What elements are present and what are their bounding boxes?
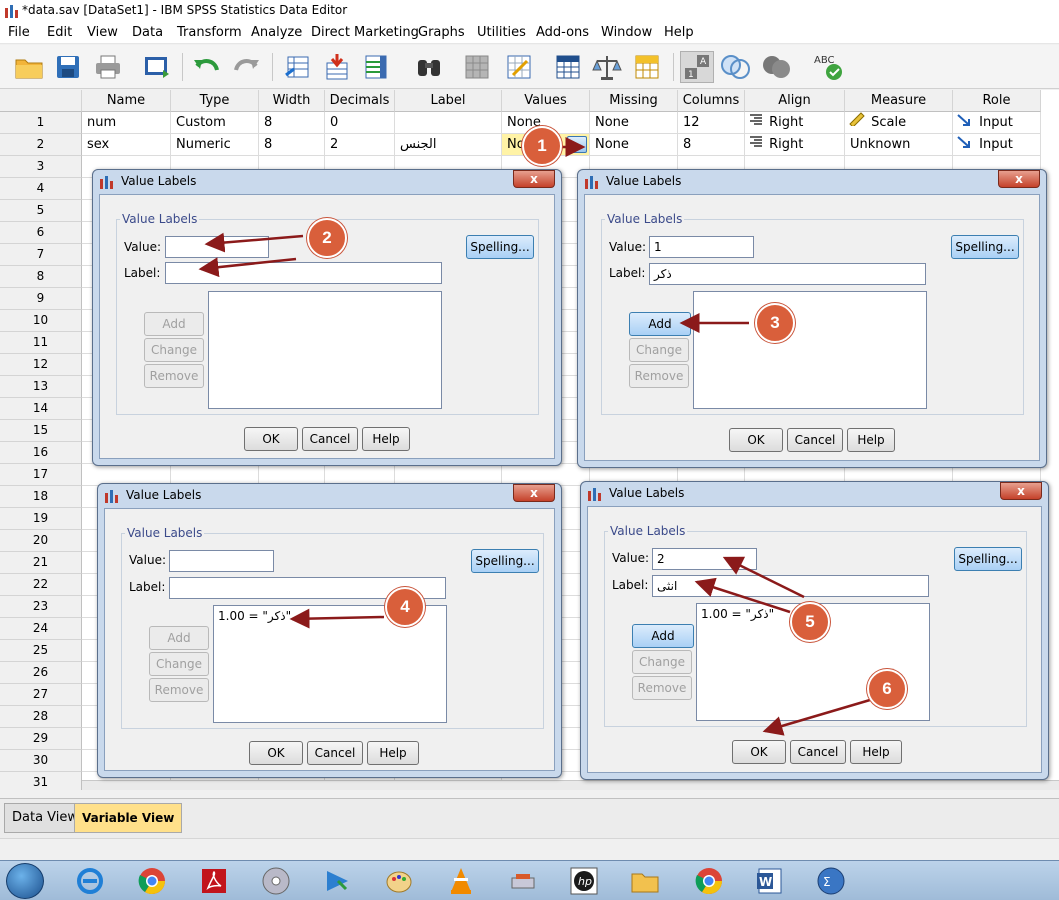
step-badge-6: 6	[867, 669, 907, 709]
media-center-icon[interactable]	[311, 864, 363, 898]
spss-icon[interactable]: Σ	[805, 864, 857, 898]
hp-icon[interactable]: hp	[558, 864, 610, 898]
step-badge-2: 2	[307, 218, 347, 258]
chrome-icon[interactable]	[126, 864, 178, 898]
dvd-icon[interactable]	[250, 864, 302, 898]
step-badge-1: 1	[522, 126, 562, 166]
paint-icon[interactable]	[373, 864, 425, 898]
status-bar	[0, 838, 1059, 860]
taskbar: hp W Σ	[0, 860, 1059, 900]
svg-text:W: W	[759, 875, 772, 889]
svg-text:hp: hp	[578, 875, 592, 888]
tab-variable-view[interactable]: Variable View	[74, 803, 183, 833]
word-icon[interactable]: W	[744, 864, 796, 898]
vlc-icon[interactable]	[435, 864, 487, 898]
step-badge-3: 3	[755, 303, 795, 343]
step-badge-5: 5	[790, 602, 830, 642]
view-tab-bar: Data View Variable View	[0, 798, 1059, 838]
start-orb-icon[interactable]	[6, 863, 44, 899]
chrome-icon[interactable]	[683, 864, 735, 898]
step-badge-4: 4	[385, 587, 425, 627]
internet-explorer-icon[interactable]	[64, 864, 116, 898]
svg-text:Σ: Σ	[823, 875, 831, 889]
acrobat-icon[interactable]	[188, 864, 240, 898]
folder-icon[interactable]	[619, 864, 671, 898]
usb-drive-icon[interactable]	[497, 864, 549, 898]
